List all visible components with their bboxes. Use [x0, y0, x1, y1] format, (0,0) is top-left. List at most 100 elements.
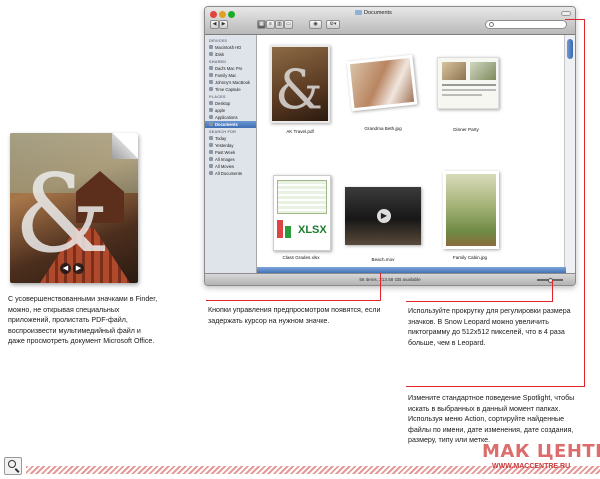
file-label: Grandma Beth.jpg	[364, 126, 402, 131]
forward-button[interactable]: ▶	[219, 20, 228, 29]
sidebar-item-idisk[interactable]: iDisk	[205, 51, 256, 58]
sidebar-section-heading: DEVICES	[209, 39, 228, 43]
file-label: Class Grades.xlsx	[282, 255, 320, 260]
callout-line-slider	[406, 301, 553, 302]
sidebar-item-label: Today	[215, 136, 227, 141]
sidebar-item-family-mac[interactable]: Family Mac	[205, 72, 256, 79]
xlsx-badge: XLSX	[298, 224, 327, 236]
file-item-grandma-beth[interactable]: Grandma Beth.jpg	[343, 54, 423, 137]
icon-view-button[interactable]: ▦	[257, 20, 266, 29]
photo-thumbnail	[346, 54, 418, 112]
sidebar-item-icon	[209, 66, 213, 70]
magnifier-icon	[8, 460, 16, 468]
finder-window: Documents ◀ ▶ ▦ ≡ ▥ ▭ ◉ ⚙▾ DEVICES Macint…	[204, 6, 576, 286]
magnifier-button[interactable]	[4, 457, 22, 475]
file-label: AK Travel.pdf	[286, 129, 314, 134]
sidebar-item-apple[interactable]: apple	[205, 107, 256, 114]
pdf-thumbnail: & ◀ ▶	[10, 133, 138, 283]
file-item-ak-travel[interactable]: & AK Travel.pdf	[265, 41, 335, 137]
photo-thumbnail	[443, 171, 499, 249]
callout-line-search	[406, 386, 585, 387]
file-item-dinner-party[interactable]: Dinner Party	[423, 55, 509, 137]
sidebar-item-label: Macintosh HD	[215, 45, 242, 50]
sidebar-item-icon	[209, 108, 213, 112]
sidebar-item-today[interactable]: Today	[205, 135, 256, 142]
spreadsheet-thumbnail: XLSX	[273, 175, 331, 251]
caption-preview-buttons: Кнопки управления предпросмотром появятс…	[208, 306, 381, 325]
sidebar-item-icon	[209, 143, 213, 147]
sidebar-section-heading: PLACES	[209, 95, 226, 99]
sidebar-item-dad-s-mac-pro[interactable]: Dad's Mac Pro	[205, 65, 256, 72]
quicklook-eye-icon[interactable]: ◉	[309, 20, 322, 29]
callout-line-search	[584, 19, 585, 386]
sidebar-item-label: All Documents	[215, 171, 242, 176]
sidebar: DEVICES Macintosh HD iDisk SHARED Dad's Mac …	[205, 35, 257, 275]
scroll-thumb[interactable]	[567, 39, 573, 59]
file-item-class-grades[interactable]: XLSX Class Grades.xlsx	[265, 167, 337, 265]
file-label: Family Cabin.jpg	[452, 255, 488, 260]
sidebar-item-label: Johnny's MacBook	[215, 80, 251, 85]
sidebar-item-label: Past Week	[215, 150, 236, 155]
sidebar-item-label: apple	[215, 108, 226, 113]
file-label: Dinner Party	[453, 127, 479, 132]
status-text: 56 items, 213.58 GB available	[359, 277, 421, 282]
sidebar-item-icon	[209, 87, 213, 91]
pdf-preview-thumbnail: &	[270, 45, 330, 123]
folder-icon	[355, 10, 362, 16]
sidebar-item-all-images[interactable]: All Images	[205, 156, 256, 163]
sidebar-item-time-capsule[interactable]: Time Capsule	[205, 86, 256, 93]
sidebar-item-label: Dad's Mac Pro	[215, 66, 243, 71]
sidebar-item-macintosh-hd[interactable]: Macintosh HD	[205, 44, 256, 51]
play-icon[interactable]: ▶	[377, 209, 391, 223]
sidebar-item-icon	[209, 45, 213, 49]
file-item-family-cabin[interactable]: Family Cabin.jpg	[429, 167, 511, 265]
callout-line-preview	[380, 273, 381, 301]
file-label: Beach.mov	[371, 257, 395, 262]
list-view-button[interactable]: ≡	[266, 20, 275, 29]
document-thumbnail	[437, 57, 499, 109]
search-icon	[489, 22, 494, 27]
caption-icon-size: Используйте прокрутку для регулировки ра…	[408, 307, 571, 347]
sidebar-item-icon	[209, 164, 213, 168]
sidebar-item-icon	[209, 80, 213, 84]
callout-line-search	[565, 19, 585, 20]
sidebar-item-documents[interactable]: Documents	[205, 121, 256, 128]
sidebar-item-label: Applications	[215, 115, 238, 120]
sidebar-item-johnny-s-macbook[interactable]: Johnny's MacBook	[205, 79, 256, 86]
sidebar-item-applications[interactable]: Applications	[205, 114, 256, 121]
sidebar-item-all-documents[interactable]: All Documents	[205, 170, 256, 177]
previous-page-icon[interactable]: ◀	[60, 263, 71, 274]
sidebar-item-icon	[209, 171, 213, 175]
caption-left: С усовершенствованными значками в Finder…	[8, 295, 158, 346]
sidebar-item-yesterday[interactable]: Yesterday	[205, 142, 256, 149]
sidebar-item-icon	[209, 157, 213, 161]
sidebar-item-label: Documents	[215, 122, 238, 127]
sidebar-item-icon	[209, 122, 213, 126]
toolbar-toggle-button[interactable]	[561, 11, 571, 16]
watermark-logo: МАК ЦЕНТР	[482, 441, 600, 462]
toolbar: Documents ◀ ▶ ▦ ≡ ▥ ▭ ◉ ⚙▾	[205, 7, 575, 35]
window-title: Documents	[355, 10, 392, 16]
next-page-icon[interactable]: ▶	[73, 263, 84, 274]
sidebar-item-desktop[interactable]: Desktop	[205, 100, 256, 107]
file-item-beach-mov[interactable]: ▶ Beach.mov	[343, 185, 423, 265]
sidebar-item-label: Desktop	[215, 101, 231, 106]
large-pdf-preview-icon[interactable]: & ◀ ▶	[10, 133, 138, 283]
callout-line-slider	[552, 280, 553, 302]
caption-spotlight: Измените стандартное поведение Spotlight…	[408, 394, 575, 445]
action-gear-icon[interactable]: ⚙▾	[326, 20, 340, 29]
zoom-button[interactable]	[228, 11, 235, 18]
sidebar-item-past-week[interactable]: Past Week	[205, 149, 256, 156]
column-view-button[interactable]: ▥	[275, 20, 284, 29]
close-button[interactable]	[210, 11, 217, 18]
sidebar-item-icon	[209, 150, 213, 154]
page-curl-icon	[112, 133, 138, 159]
back-button[interactable]: ◀	[210, 20, 219, 29]
search-input[interactable]	[485, 20, 567, 29]
sidebar-item-label: iDisk	[215, 52, 225, 57]
sidebar-item-label: Family Mac	[215, 73, 237, 78]
minimize-button[interactable]	[219, 11, 226, 18]
sidebar-item-all-movies[interactable]: All Movies	[205, 163, 256, 170]
coverflow-view-button[interactable]: ▭	[284, 20, 293, 29]
vertical-scrollbar[interactable]	[564, 35, 575, 275]
